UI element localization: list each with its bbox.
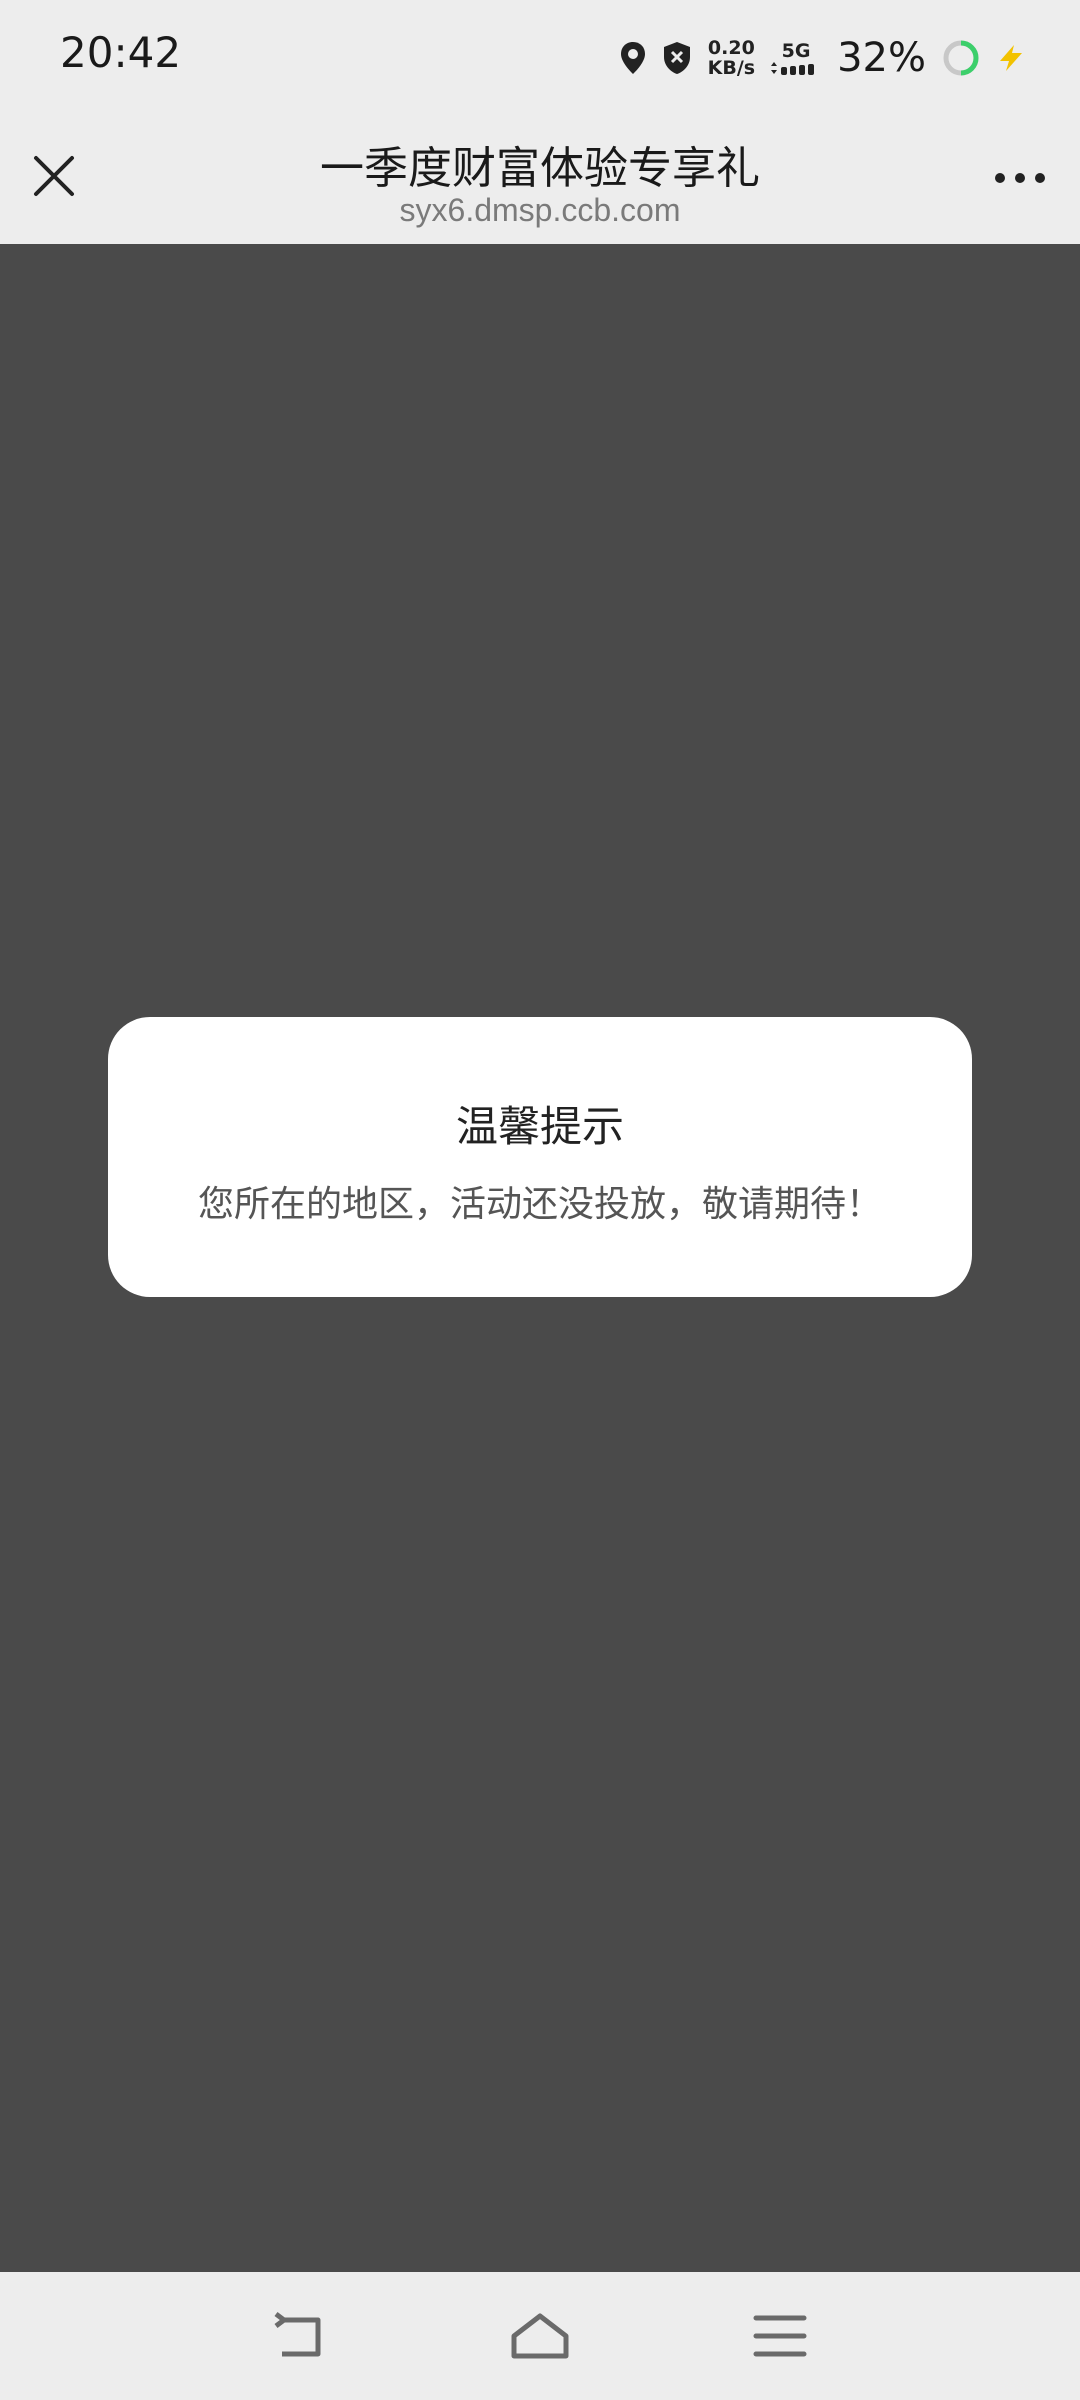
page-url: syx6.dmsp.ccb.com — [399, 192, 681, 228]
more-button[interactable] — [988, 158, 1052, 198]
net-speed-value: 0.20 — [707, 37, 755, 59]
network-indicator: 5G — [771, 41, 821, 75]
status-icons: 0.20 KB/s 5G 32% — [604, 30, 1026, 86]
network-type: 5G — [781, 40, 811, 62]
menu-icon — [753, 2315, 807, 2357]
status-bar: 20:42 0.20 KB/s 5G 32% — [0, 0, 1080, 112]
screen: 20:42 0.20 KB/s 5G 32% 一季度财富体验专享礼 syx6.d… — [0, 0, 1080, 2400]
battery-percent: 32% — [837, 35, 926, 81]
home-icon — [511, 2313, 569, 2359]
net-speed: 0.20 KB/s — [708, 38, 755, 78]
dialog-title: 温馨提示 — [455, 1102, 624, 1151]
navigation-bar — [0, 2272, 1080, 2400]
close-button[interactable] — [28, 150, 80, 202]
more-icon — [995, 173, 1045, 183]
location-icon — [620, 42, 645, 74]
home-button[interactable] — [510, 2310, 570, 2362]
back-icon — [274, 2312, 321, 2357]
menu-button[interactable] — [750, 2310, 810, 2362]
title-bar: 一季度财富体验专享礼 syx6.dmsp.ccb.com — [0, 112, 1080, 244]
page-title: 一季度财富体验专享礼 — [320, 143, 760, 194]
battery-ring-icon — [943, 40, 979, 76]
shield-icon — [663, 42, 690, 74]
close-icon — [34, 156, 74, 196]
dialog-message: 您所在的地区，活动还没投放，敬请期待！ — [197, 1184, 882, 1225]
back-button[interactable] — [270, 2310, 330, 2362]
status-time: 20:42 — [60, 28, 182, 77]
signal-icon — [771, 62, 815, 75]
notice-dialog: 温馨提示 您所在的地区，活动还没投放，敬请期待！ — [108, 1017, 972, 1297]
net-speed-unit: KB/s — [707, 57, 756, 79]
charging-icon — [1000, 45, 1022, 71]
